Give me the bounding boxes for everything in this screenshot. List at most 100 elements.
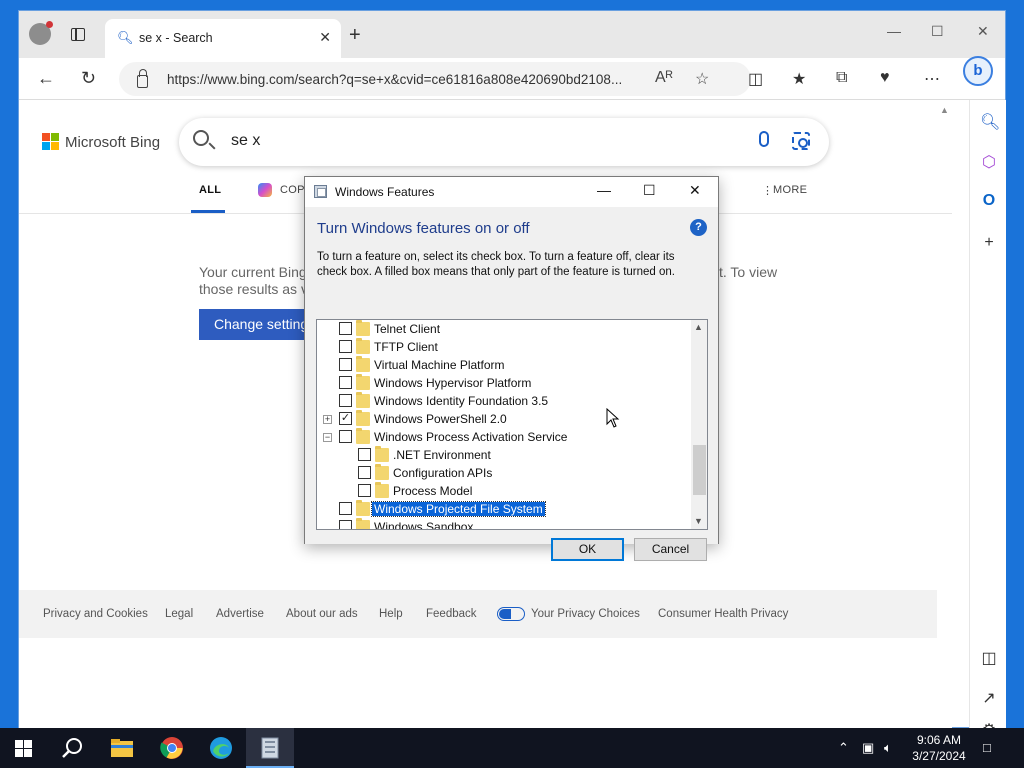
maximize-button[interactable]: ☐ <box>931 23 944 40</box>
feature-row[interactable]: Windows Identity Foundation 3.5 <box>317 392 689 410</box>
feature-checkbox[interactable] <box>339 340 352 353</box>
feature-row[interactable]: Process Model <box>317 482 689 500</box>
sidebar-panel-icon[interactable]: ◫ <box>980 648 998 668</box>
taskbar-clock[interactable]: 9:06 AM 3/27/2024 <box>904 732 974 764</box>
collapse-icon[interactable]: − <box>323 433 332 442</box>
feature-row[interactable]: Telnet Client <box>317 320 689 338</box>
network-icon[interactable]: ▣ <box>862 740 874 756</box>
tab-actions-icon[interactable] <box>71 28 85 41</box>
sidebar-add-icon[interactable]: + <box>980 234 998 252</box>
notifications-icon[interactable]: □ <box>983 740 991 755</box>
feature-row[interactable]: .NET Environment <box>317 446 689 464</box>
feature-checkbox[interactable] <box>358 484 371 497</box>
microphone-icon[interactable] <box>759 131 769 147</box>
feature-label[interactable]: TFTP Client <box>374 340 438 354</box>
footer-privacy-choices[interactable]: Your Privacy Choices <box>531 608 640 620</box>
features-scrollbar[interactable]: ▲ ▼ <box>691 320 707 529</box>
feature-checkbox[interactable] <box>339 322 352 335</box>
feature-checkbox[interactable] <box>339 358 352 371</box>
windows-features-taskbar-item[interactable] <box>246 728 294 768</box>
feature-checkbox[interactable] <box>339 394 352 407</box>
url-text[interactable]: https://www.bing.com/search?q=se+x&cvid=… <box>167 72 645 87</box>
feature-checkbox[interactable] <box>339 502 352 515</box>
profile-avatar[interactable] <box>29 21 53 45</box>
sidebar-outlook-icon[interactable]: O <box>980 192 998 210</box>
feature-label[interactable]: .NET Environment <box>393 448 491 462</box>
feature-row[interactable]: Windows Sandbox <box>317 518 689 529</box>
sidebar-search-icon[interactable]: 🔍︎ <box>980 112 1000 132</box>
minimize-button[interactable]: — <box>887 23 901 39</box>
chrome-icon[interactable] <box>160 736 184 760</box>
edge-icon[interactable] <box>209 736 233 760</box>
footer-about-ads[interactable]: About our ads <box>286 608 358 620</box>
feature-row[interactable]: Virtual Machine Platform <box>317 356 689 374</box>
feature-row[interactable]: − Windows Process Activation Service <box>317 428 689 446</box>
feature-label[interactable]: Configuration APIs <box>393 466 492 480</box>
features-tree[interactable]: Telnet Client TFTP Client Virtual Machine … <box>316 319 708 530</box>
feature-row[interactable]: Windows Projected File System <box>317 500 689 518</box>
expand-icon[interactable]: + <box>323 415 332 424</box>
footer-advertise[interactable]: Advertise <box>216 608 264 620</box>
ok-button[interactable]: OK <box>551 538 624 561</box>
page-scroll-up-icon[interactable]: ▲ <box>940 105 949 115</box>
scroll-up-icon[interactable]: ▲ <box>694 322 703 332</box>
dialog-maximize-button[interactable]: ☐ <box>643 182 656 199</box>
sidebar-external-icon[interactable]: ↗ <box>980 688 998 708</box>
help-icon[interactable]: ? <box>690 219 707 236</box>
feature-label[interactable]: Process Model <box>393 484 472 498</box>
taskbar-search-icon[interactable] <box>61 736 85 760</box>
read-aloud-icon[interactable]: Aᴿ <box>655 69 673 87</box>
change-settings-button[interactable]: Change settings <box>199 309 309 340</box>
favorite-star-icon[interactable]: ☆ <box>695 69 709 89</box>
feature-checkbox[interactable]: ✓ <box>339 412 352 425</box>
feature-checkbox[interactable] <box>358 448 371 461</box>
address-bar[interactable]: https://www.bing.com/search?q=se+x&cvid=… <box>119 62 751 96</box>
feature-row[interactable]: TFTP Client <box>317 338 689 356</box>
copilot-icon[interactable]: b <box>963 56 993 86</box>
feature-label[interactable]: Windows Identity Foundation 3.5 <box>374 394 548 408</box>
feature-row[interactable]: Windows Hypervisor Platform <box>317 374 689 392</box>
bing-logo-text[interactable]: Microsoft Bing <box>65 134 160 151</box>
file-explorer-icon[interactable] <box>110 736 134 760</box>
scroll-down-icon[interactable]: ▼ <box>694 516 703 526</box>
feature-checkbox[interactable] <box>339 430 352 443</box>
refresh-button[interactable]: ↻ <box>81 68 96 88</box>
volume-icon[interactable]: 🔈︎ <box>884 740 892 756</box>
browser-essentials-icon[interactable]: ♥ <box>880 69 890 87</box>
sidebar-copilot-icon[interactable]: ⬡ <box>980 152 998 172</box>
dialog-close-button[interactable]: ✕ <box>689 182 701 199</box>
new-tab-button[interactable]: + <box>349 24 361 47</box>
search-icon[interactable] <box>193 130 209 146</box>
browser-tab[interactable]: 🔍︎ se x - Search ✕ <box>105 19 341 58</box>
scope-all[interactable]: ALL <box>199 184 221 196</box>
close-window-button[interactable]: ✕ <box>977 23 989 40</box>
tray-overflow-icon[interactable]: ⌃ <box>838 740 849 756</box>
search-box[interactable]: se x <box>179 118 829 166</box>
visual-search-icon[interactable] <box>792 132 810 150</box>
cancel-button[interactable]: Cancel <box>634 538 707 561</box>
feature-label[interactable]: Virtual Machine Platform <box>374 358 505 372</box>
feature-row[interactable]: + ✓ Windows PowerShell 2.0 <box>317 410 689 428</box>
feature-label[interactable]: Windows Process Activation Service <box>374 430 567 444</box>
feature-label[interactable]: Windows Projected File System <box>371 501 546 517</box>
favorites-icon[interactable]: ★ <box>792 69 806 89</box>
feature-checkbox[interactable] <box>358 466 371 479</box>
search-query[interactable]: se x <box>231 132 260 150</box>
more-dots-icon[interactable]: ⋮ <box>762 184 773 197</box>
split-screen-icon[interactable]: ◫ <box>748 69 763 89</box>
feature-checkbox[interactable] <box>339 520 352 529</box>
feature-label[interactable]: Telnet Client <box>374 322 440 336</box>
lock-icon[interactable] <box>137 69 148 88</box>
feature-label[interactable]: Windows PowerShell 2.0 <box>374 412 507 426</box>
feature-checkbox[interactable] <box>339 376 352 389</box>
feature-label[interactable]: Windows Hypervisor Platform <box>374 376 531 390</box>
feature-row[interactable]: Configuration APIs <box>317 464 689 482</box>
close-tab-icon[interactable]: ✕ <box>319 29 331 46</box>
footer-feedback[interactable]: Feedback <box>426 608 477 620</box>
start-button[interactable] <box>15 740 32 757</box>
footer-consumer-health[interactable]: Consumer Health Privacy <box>658 608 788 620</box>
collections-icon[interactable]: ⧉ <box>836 69 847 87</box>
footer-legal[interactable]: Legal <box>165 608 193 620</box>
scope-more[interactable]: MORE <box>773 184 807 196</box>
scroll-thumb[interactable] <box>693 445 706 495</box>
